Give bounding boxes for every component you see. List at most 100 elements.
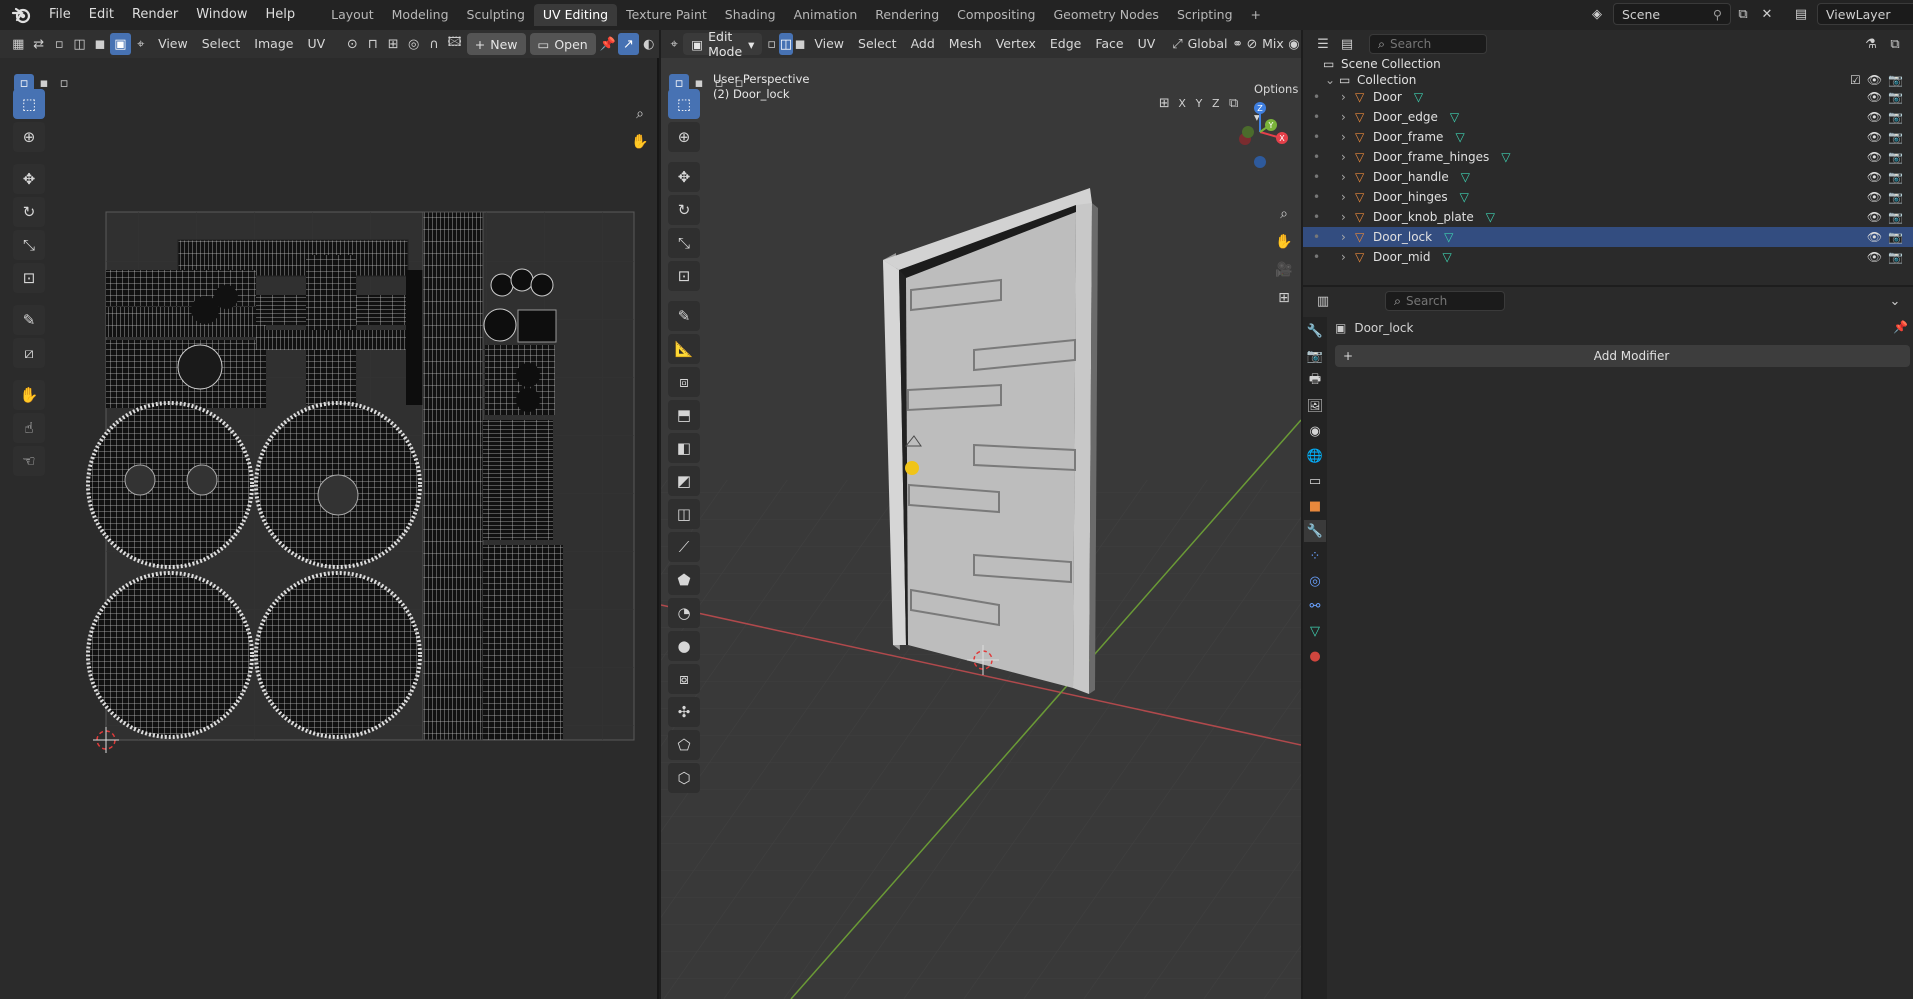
measure-tool-icon[interactable]: 📐 — [668, 334, 700, 364]
eye-icon[interactable]: 👁 — [1867, 190, 1882, 204]
relax-tool-icon[interactable]: ☝ — [13, 413, 45, 443]
view-layer-tab-icon[interactable]: 🖼 — [1304, 395, 1326, 417]
vp-menu-mesh[interactable]: Mesh — [942, 30, 989, 58]
bevel-tool-icon[interactable]: ◩ — [668, 466, 700, 496]
mesh-data-icon[interactable]: ▽ — [1444, 230, 1453, 244]
eye-icon[interactable]: 👁 — [1867, 250, 1882, 264]
select-box-tool-icon[interactable]: ⬚ — [668, 89, 700, 119]
tab-rendering[interactable]: Rendering — [866, 4, 948, 26]
scene-icon[interactable]: ◈ — [1585, 3, 1609, 25]
outliner-search-field[interactable]: ⌕ — [1369, 34, 1487, 54]
outliner-item[interactable]: • › ▽ Door_hinges ▽ 👁 📷 — [1303, 187, 1913, 207]
object-tab-icon[interactable]: ■ — [1304, 495, 1326, 517]
vp-menu-vertex[interactable]: Vertex — [989, 30, 1043, 58]
pin-icon[interactable]: 📌 — [1893, 320, 1908, 334]
mode-dropdown[interactable]: ▣ Edit Mode ▾ — [683, 30, 763, 59]
snap-icon[interactable]: ⊓ — [363, 33, 383, 55]
outliner-item[interactable]: • › ▽ Door_handle ▽ 👁 📷 — [1303, 167, 1913, 187]
outliner-item[interactable]: • › ▽ Door_knob_plate ▽ 👁 📷 — [1303, 207, 1913, 227]
mesh-data-icon[interactable]: ▽ — [1450, 110, 1459, 124]
outliner-item[interactable]: • › ▽ Door_lock ▽ 👁 📷 — [1303, 227, 1913, 247]
tab-layout[interactable]: Layout — [322, 4, 383, 26]
menu-file[interactable]: File — [40, 0, 80, 30]
eye-icon[interactable]: 👁 — [1867, 170, 1882, 184]
new-collection-icon[interactable]: ⧉ — [1883, 33, 1907, 55]
blender-logo-icon[interactable] — [10, 4, 32, 26]
annotate-tool-icon[interactable]: ✎ — [13, 305, 45, 335]
eye-icon[interactable]: 👁 — [1867, 110, 1882, 124]
pin-icon[interactable]: ⚲ — [1713, 7, 1722, 22]
add-cube-tool-icon[interactable]: ⧈ — [668, 367, 700, 397]
mesh-data-icon[interactable]: ▽ — [1414, 90, 1423, 104]
render-tab-icon[interactable]: 📷 — [1304, 345, 1326, 367]
camera-view-icon[interactable]: 🎥 — [1270, 256, 1298, 284]
eye-icon[interactable]: 👁 — [1867, 90, 1882, 104]
edge-select-icon[interactable]: ◫ — [69, 33, 89, 55]
uv-menu-image[interactable]: Image — [247, 30, 300, 58]
falloff-icon[interactable]: ∩ — [424, 33, 444, 55]
face-select-icon[interactable]: ◼ — [793, 33, 807, 55]
edge-slide-tool-icon[interactable]: ⧇ — [668, 664, 700, 694]
menu-edit[interactable]: Edit — [80, 0, 123, 30]
scene-tab-icon[interactable]: ◉ — [1304, 420, 1326, 442]
eye-icon[interactable]: 👁 — [1867, 210, 1882, 224]
particles-tab-icon[interactable]: ⁘ — [1304, 545, 1326, 567]
camera-icon[interactable]: 📷 — [1888, 210, 1903, 224]
mesh-data-icon[interactable]: ▽ — [1461, 170, 1470, 184]
tab-geometry-nodes[interactable]: Geometry Nodes — [1045, 4, 1168, 26]
vp-menu-uv[interactable]: UV — [1131, 30, 1163, 58]
inset-faces-tool-icon[interactable]: ◧ — [668, 433, 700, 463]
pin-icon[interactable]: 📌 — [598, 33, 618, 55]
smooth-tool-icon[interactable]: ● — [668, 631, 700, 661]
collection-tab-icon[interactable]: ▭ — [1304, 470, 1326, 492]
tab-uv-editing[interactable]: UV Editing — [533, 4, 618, 26]
tab-shading[interactable]: Shading — [716, 4, 785, 26]
editor-type-icon[interactable]: ▦ — [8, 33, 28, 55]
view-layer-field[interactable]: ViewLayer — [1817, 3, 1913, 25]
pinch-tool-icon[interactable]: ☜ — [13, 446, 45, 476]
open-image-button[interactable]: ▭ Open — [529, 33, 596, 55]
gizmo-toggle-icon[interactable]: ↗ — [618, 33, 639, 55]
face-select-icon[interactable]: ◼ — [90, 33, 110, 55]
outliner-item[interactable]: • › ▽ Door_frame_hinges ▽ 👁 📷 — [1303, 147, 1913, 167]
add-workspace-button[interactable]: + — [1242, 4, 1270, 26]
world-tab-icon[interactable]: 🌐 — [1304, 445, 1326, 467]
filter-icon[interactable]: ⚗ — [1859, 33, 1883, 55]
uv-menu-select[interactable]: Select — [195, 30, 248, 58]
orientation-dropdown[interactable]: Global — [1185, 30, 1231, 58]
menu-window[interactable]: Window — [187, 0, 256, 30]
vp-menu-face[interactable]: Face — [1088, 30, 1130, 58]
camera-icon[interactable]: 📷 — [1888, 110, 1903, 124]
outliner-item[interactable]: • › ▽ Door_frame ▽ 👁 📷 — [1303, 127, 1913, 147]
shrink-fatten-tool-icon[interactable]: ✣ — [668, 697, 700, 727]
editor-type-icon[interactable]: ▥ — [1311, 290, 1335, 312]
island-select-icon[interactable]: ▣ — [110, 33, 131, 55]
chevron-right-icon[interactable]: › — [1341, 230, 1355, 244]
vertex-select-icon[interactable]: ▫ — [764, 33, 778, 55]
shading-mix-dropdown[interactable]: Mix — [1259, 30, 1287, 58]
proportional-edit-icon[interactable]: ◉ — [1287, 33, 1301, 55]
cursor-tool-icon[interactable]: ⊕ — [13, 122, 45, 152]
perspective-toggle-icon[interactable]: ⊞ — [1270, 284, 1298, 312]
vp-menu-edge[interactable]: Edge — [1043, 30, 1088, 58]
editor-type-icon[interactable]: ⌖ — [667, 33, 681, 55]
chevron-right-icon[interactable]: › — [1341, 130, 1355, 144]
display-mode-icon[interactable]: ▤ — [1335, 33, 1359, 55]
pivot-icon[interactable]: ⊙ — [342, 33, 362, 55]
properties-search-input[interactable] — [1406, 294, 1487, 308]
vertex-select-icon[interactable]: ▫ — [49, 33, 69, 55]
eye-icon[interactable]: 👁 — [1867, 130, 1882, 144]
move-tool-icon[interactable]: ✥ — [668, 162, 700, 192]
camera-icon[interactable]: 📷 — [1888, 73, 1903, 87]
select-box-tool-icon[interactable]: ⬚ — [13, 89, 45, 119]
uv-menu-view[interactable]: View — [151, 30, 195, 58]
modifier-tab-icon[interactable]: 🔧 — [1304, 520, 1326, 542]
uv-editor[interactable]: ▦ ⇄ ▫ ◫ ◼ ▣ ⌖ View Select Image UV ⊙ ⊓ ⊞… — [0, 30, 659, 999]
mesh-data-icon[interactable]: ▽ — [1501, 150, 1510, 164]
menu-render[interactable]: Render — [123, 0, 187, 30]
edge-select-icon[interactable]: ◫ — [778, 33, 794, 55]
checkbox-icon[interactable]: ☑ — [1850, 73, 1861, 87]
outliner-item[interactable]: • › ▽ Door_edge ▽ 👁 📷 — [1303, 107, 1913, 127]
material-tab-icon[interactable]: ● — [1304, 645, 1326, 667]
outliner-search-input[interactable] — [1390, 37, 1471, 51]
